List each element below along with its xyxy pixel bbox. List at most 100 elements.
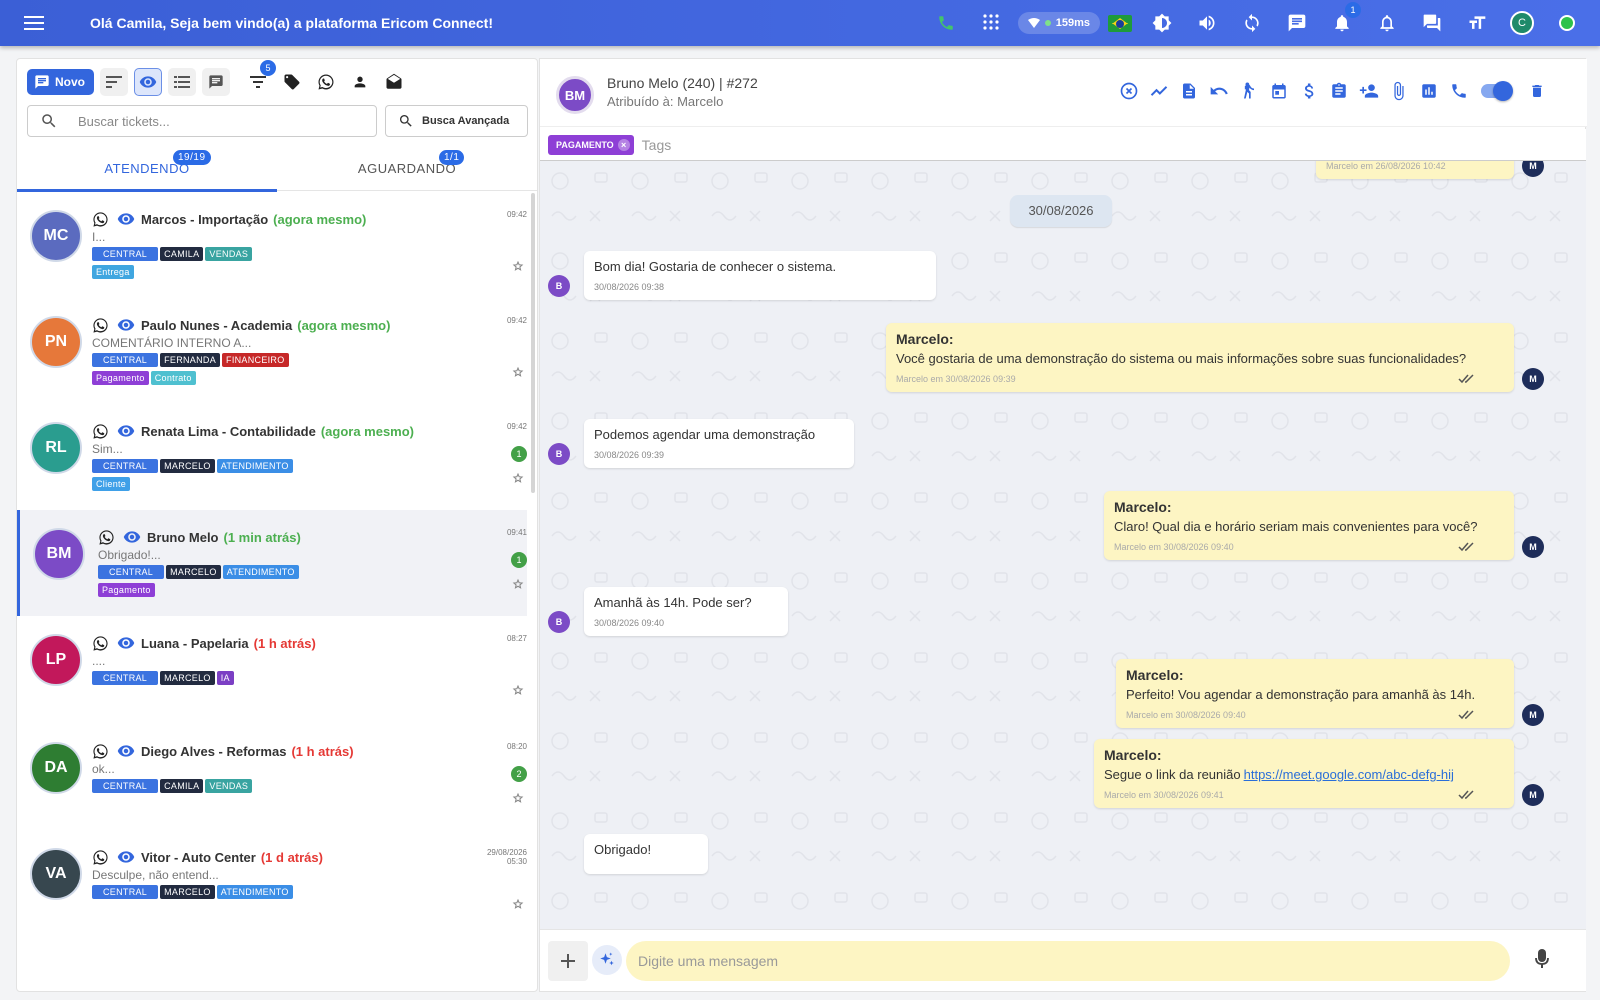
- ticket-item[interactable]: LP Luana - Papelaria (1 h atrás).... CENTRA…: [17, 616, 527, 722]
- add-person-icon[interactable]: [1357, 79, 1381, 103]
- message-input[interactable]: Digite uma mensagem: [626, 941, 1510, 981]
- brazil-flag-icon[interactable]: [1108, 14, 1132, 32]
- ticket-item[interactable]: DA Diego Alves - Reformas (1 h atrás) ok...…: [17, 724, 527, 830]
- whatsapp-filter-button[interactable]: [312, 68, 340, 96]
- chat-panel: BM Bruno Melo (240) | #272 Atribuído à: …: [539, 58, 1587, 992]
- outgoing-message: Marcelo: Claro! Qual dia e horário seriam…: [1104, 491, 1514, 560]
- tag-list: CENTRAL MARCELO IA: [92, 671, 236, 685]
- ticket-search-input[interactable]: Buscar tickets...: [27, 105, 377, 137]
- incoming-message: Obrigado!: [584, 834, 708, 874]
- star-icon[interactable]: [510, 790, 526, 806]
- alert-bell-icon[interactable]: [1372, 8, 1402, 38]
- star-icon[interactable]: [510, 258, 526, 274]
- clipboard-icon[interactable]: [1327, 79, 1351, 103]
- sort-icon: [106, 76, 122, 88]
- calendar-icon[interactable]: [1267, 79, 1291, 103]
- report-chart-icon[interactable]: [1417, 79, 1441, 103]
- remove-tag-icon[interactable]: ×: [617, 138, 630, 151]
- star-icon[interactable]: [510, 682, 526, 698]
- messages-button[interactable]: [202, 68, 230, 96]
- avatar[interactable]: LP: [30, 634, 82, 686]
- avatar[interactable]: VA: [30, 848, 82, 900]
- phone-icon[interactable]: [931, 8, 961, 38]
- advanced-search-button[interactable]: Busca Avançada: [385, 105, 528, 137]
- tab-aguardando[interactable]: AGUARDANDO 1/1: [277, 147, 537, 191]
- eye-icon[interactable]: [117, 634, 135, 652]
- dollar-icon[interactable]: [1297, 79, 1321, 103]
- eye-icon[interactable]: [117, 422, 135, 440]
- tag-badge: ATENDIMENTO: [216, 459, 293, 473]
- filter-button[interactable]: 5: [244, 60, 276, 96]
- star-icon[interactable]: [510, 470, 526, 486]
- eye-icon[interactable]: [117, 210, 135, 228]
- forum-icon[interactable]: [1417, 8, 1447, 38]
- ticket-item[interactable]: MC Marcos - Importação (agora mesmo) I... CE…: [17, 192, 527, 298]
- connection-status: 159ms: [1017, 12, 1100, 34]
- close-ticket-icon[interactable]: [1117, 79, 1141, 103]
- ticket-toggle-switch[interactable]: [1481, 81, 1513, 101]
- transfer-icon[interactable]: [1237, 79, 1261, 103]
- avatar[interactable]: DA: [30, 742, 82, 794]
- avatar[interactable]: BM: [33, 528, 85, 580]
- star-icon[interactable]: [510, 576, 526, 592]
- dialpad-icon[interactable]: [976, 8, 1006, 38]
- add-icon[interactable]: [548, 941, 588, 981]
- whatsapp-icon: [92, 423, 109, 440]
- tag-badge: CAMILA: [160, 247, 204, 261]
- tag-badge: VENDAS: [205, 247, 253, 261]
- chat-header: BM Bruno Melo (240) | #272 Atribuído à: …: [540, 59, 1587, 127]
- tags-bar[interactable]: PAGAMENTO × Tags: [540, 129, 1586, 161]
- message-author: Marcelo:: [1114, 499, 1172, 515]
- list-view-button[interactable]: [168, 68, 196, 96]
- eye-icon[interactable]: [117, 742, 135, 760]
- chat-icon[interactable]: [1282, 8, 1312, 38]
- eye-icon[interactable]: [123, 528, 141, 546]
- view-toggle-button[interactable]: [134, 68, 162, 96]
- contact-avatar[interactable]: BM: [556, 76, 594, 114]
- notifications-bell-icon[interactable]: 1: [1327, 2, 1361, 38]
- text-size-icon[interactable]: [1462, 8, 1492, 38]
- tags-input-placeholder[interactable]: Tags: [642, 137, 672, 153]
- tags-filter-button[interactable]: [278, 68, 306, 96]
- user-avatar[interactable]: C: [1507, 8, 1537, 38]
- mail-filter-button[interactable]: [380, 68, 408, 96]
- ticket-item[interactable]: RL Renata Lima - Contabilidade (agora mesm…: [17, 404, 527, 510]
- message-meta: 30/08/2026 09:39: [594, 450, 665, 460]
- document-icon[interactable]: [1177, 79, 1201, 103]
- timeline-icon[interactable]: [1147, 79, 1171, 103]
- avatar[interactable]: PN: [30, 316, 82, 368]
- menu-icon[interactable]: [18, 7, 50, 39]
- ai-sparkle-icon[interactable]: [592, 945, 622, 975]
- user-filter-button[interactable]: [346, 68, 374, 96]
- scrollbar[interactable]: [531, 193, 535, 493]
- online-status-indicator[interactable]: [1552, 8, 1582, 38]
- sync-icon[interactable]: [1237, 8, 1267, 38]
- whatsapp-icon: [318, 74, 334, 90]
- avatar[interactable]: RL: [30, 422, 82, 474]
- ticket-item[interactable]: VA Vitor - Auto Center (1 d atrás) Desculpe…: [17, 830, 527, 936]
- brightness-icon[interactable]: [1147, 8, 1177, 38]
- tab-atendendo[interactable]: ATENDENDO 19/19: [17, 147, 277, 192]
- tag-chip-pagamento[interactable]: PAGAMENTO ×: [548, 134, 634, 155]
- volume-icon[interactable]: [1192, 8, 1222, 38]
- eye-icon[interactable]: [117, 848, 135, 866]
- undo-icon[interactable]: [1207, 79, 1231, 103]
- star-icon[interactable]: [510, 896, 526, 912]
- message-meta: Marcelo em 30/08/2026 09:40: [1114, 542, 1234, 552]
- message-meta: Marcelo em 30/08/2026 09:40: [1126, 710, 1246, 720]
- star-icon[interactable]: [510, 364, 526, 380]
- attachment-icon[interactable]: [1387, 79, 1411, 103]
- meeting-link[interactable]: https://meet.google.com/abc-defg-hij: [1244, 767, 1454, 782]
- eye-icon[interactable]: [117, 316, 135, 334]
- delete-icon[interactable]: [1525, 79, 1549, 103]
- unread-count-badge: 1: [511, 552, 527, 568]
- tag-badge: CAMILA: [160, 779, 204, 793]
- message-body: Você gostaria de uma demonstração do sis…: [896, 351, 1467, 366]
- microphone-icon[interactable]: [1535, 948, 1549, 970]
- ticket-item[interactable]: PN Paulo Nunes - Academia (agora mesmo) COM…: [17, 298, 527, 404]
- call-icon[interactable]: [1447, 79, 1471, 103]
- avatar[interactable]: MC: [30, 210, 82, 262]
- sort-button[interactable]: [100, 68, 128, 96]
- ticket-item[interactable]: BM Bruno Melo (1 min atrás) Obrigado!... CEN…: [17, 510, 527, 616]
- new-ticket-button[interactable]: Novo: [27, 69, 94, 95]
